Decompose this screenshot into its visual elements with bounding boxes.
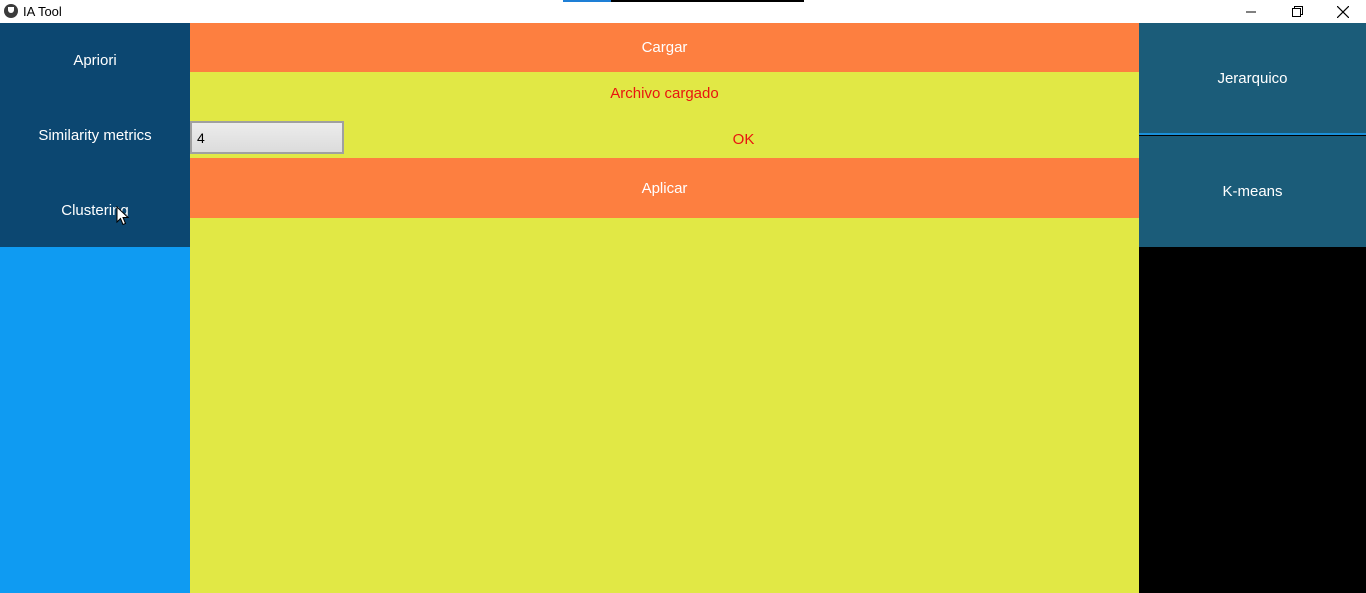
minimize-icon xyxy=(1246,11,1256,12)
loading-progress-fill xyxy=(563,0,612,2)
load-button-label: Cargar xyxy=(641,39,688,56)
title-bar: IA Tool xyxy=(0,0,1366,23)
window-title: IA Tool xyxy=(23,4,62,19)
jerarquico-button-label: Jerarquico xyxy=(1217,69,1288,87)
mouse-cursor-icon xyxy=(116,206,130,226)
loading-progress-bar xyxy=(563,0,804,2)
sidebar-item-label: Similarity metrics xyxy=(38,126,152,144)
sidebar-item-clustering[interactable]: Clustering xyxy=(0,173,190,247)
sidebar-item-apriori[interactable]: Apriori xyxy=(0,23,190,97)
jerarquico-button[interactable]: Jerarquico xyxy=(1139,23,1366,135)
apply-button-label: Aplicar xyxy=(641,179,688,197)
sidebar-item-similarity-metrics[interactable]: Similarity metrics xyxy=(0,98,190,172)
restore-icon xyxy=(1291,6,1303,17)
load-button[interactable]: Cargar xyxy=(190,23,1139,72)
sidebar-menu: Apriori Similarity metrics Clustering xyxy=(0,23,190,247)
close-icon xyxy=(1337,5,1349,18)
status-message: Archivo cargado xyxy=(610,85,719,102)
sidebar-item-label: Apriori xyxy=(73,51,117,69)
close-button[interactable] xyxy=(1320,0,1366,23)
main-panel: Cargar Archivo cargado OK Aplicar xyxy=(190,23,1139,593)
kmeans-button[interactable]: K-means xyxy=(1139,136,1366,247)
right-sidebar: Jerarquico K-means xyxy=(1139,23,1366,593)
clusters-input[interactable] xyxy=(190,121,344,154)
kmeans-button-label: K-means xyxy=(1222,183,1283,200)
apply-button[interactable]: Aplicar xyxy=(190,158,1139,218)
app-icon xyxy=(4,4,18,18)
minimize-button[interactable] xyxy=(1228,0,1274,23)
ok-button-label: OK xyxy=(732,130,755,148)
restore-button[interactable] xyxy=(1274,0,1320,23)
ok-button[interactable]: OK xyxy=(348,121,1139,157)
left-sidebar: Apriori Similarity metrics Clustering xyxy=(0,23,190,593)
